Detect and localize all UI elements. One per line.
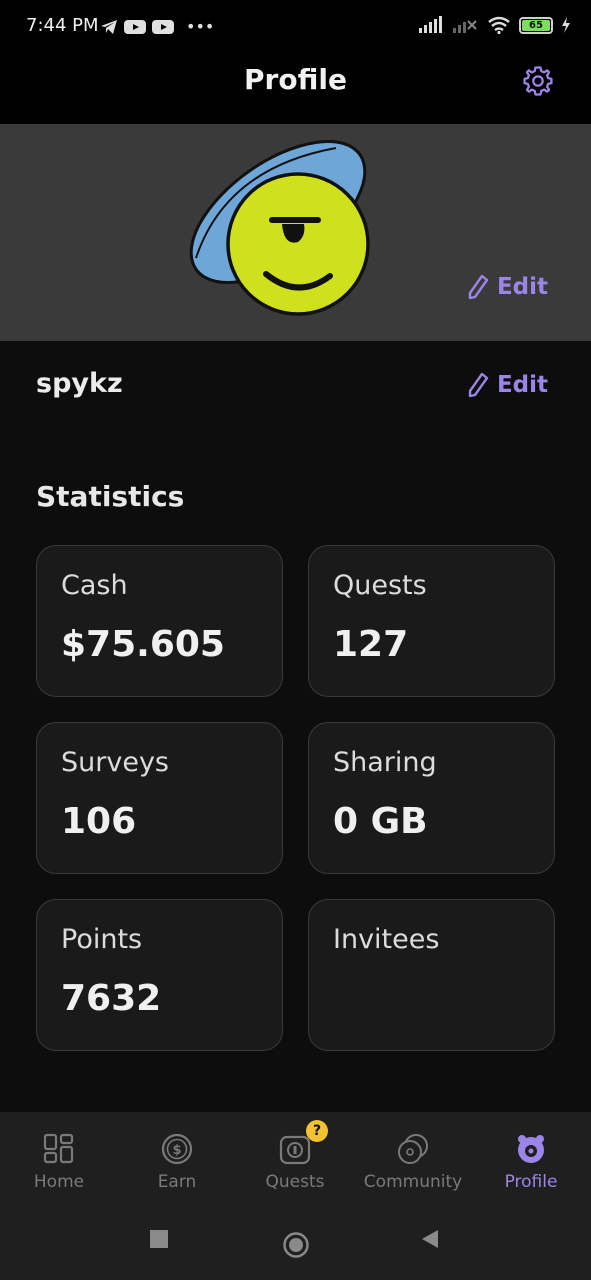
stat-value: 106 [61, 801, 137, 842]
signal-no-service-icon [453, 20, 477, 33]
signal-icon [419, 16, 442, 33]
wifi-icon [488, 16, 510, 34]
nav-label: Community [363, 1172, 463, 1192]
edit-avatar-button[interactable]: Edit [467, 274, 548, 300]
pencil-icon [468, 372, 489, 398]
edit-avatar-label: Edit [496, 274, 548, 300]
stat-label: Cash [61, 570, 128, 601]
settings-button[interactable] [521, 64, 555, 98]
nav-item-quests[interactable]: ? Quests [236, 1112, 354, 1204]
nav-label: Quests [265, 1172, 325, 1192]
edit-username-button[interactable]: Edit [467, 372, 548, 398]
stat-card-points: Points 7632 [36, 899, 283, 1051]
nav-label: Home [33, 1172, 85, 1192]
profile-banner: Edit [0, 124, 591, 341]
system-nav-bar [0, 1204, 591, 1280]
stat-card-quests: Quests 127 [308, 545, 555, 697]
nav-item-earn[interactable]: $ Earn [118, 1112, 236, 1204]
system-icons: 65 [419, 16, 571, 34]
bottom-nav: Home $ Earn ? Quests Community Profile [0, 1112, 591, 1204]
avatar[interactable] [186, 138, 382, 324]
pencil-icon [468, 274, 489, 300]
youtube-icon [124, 19, 146, 34]
nav-label: Earn [157, 1172, 197, 1192]
stat-label: Surveys [61, 747, 169, 778]
nav-item-community[interactable]: Community [354, 1112, 472, 1204]
svg-text:$: $ [172, 1143, 181, 1158]
edit-username-label: Edit [496, 372, 548, 398]
battery-icon: 65 [519, 16, 553, 34]
stat-label: Sharing [333, 747, 437, 778]
username: spykz [36, 368, 123, 399]
stat-value: 7632 [61, 978, 162, 1019]
grid-icon [43, 1133, 74, 1164]
status-time: 7:44 PM [26, 15, 99, 36]
nav-item-home[interactable]: Home [0, 1112, 118, 1204]
stat-value: 0 GB [333, 801, 428, 842]
charging-icon [562, 17, 570, 33]
stat-label: Invitees [333, 924, 440, 955]
status-bar: 7:44 PM ••• 65 [0, 0, 591, 54]
more-notifications-icon: ••• [186, 17, 215, 36]
nav-label: Profile [504, 1172, 558, 1192]
gear-icon [523, 66, 553, 96]
stat-label: Points [61, 924, 143, 955]
battery-level: 65 [522, 19, 550, 31]
telegram-icon [101, 19, 117, 34]
profile-icon [518, 1135, 544, 1163]
stat-value: 127 [333, 624, 409, 665]
stat-card-sharing: Sharing 0 GB [308, 722, 555, 874]
recent-apps-button[interactable] [148, 1228, 170, 1250]
stat-card-surveys: Surveys 106 [36, 722, 283, 874]
nav-item-profile[interactable]: Profile [472, 1112, 590, 1204]
dollar-coin-icon: $ [161, 1133, 193, 1165]
statistics-title: Statistics [36, 480, 185, 513]
notification-icons: ••• [100, 17, 214, 36]
stat-label: Quests [333, 570, 427, 601]
stat-value: $75.605 [61, 624, 225, 665]
back-button[interactable] [418, 1228, 440, 1250]
stat-card-invitees: Invitees [308, 899, 555, 1051]
community-coins-icon [398, 1134, 428, 1164]
page-title: Profile [244, 63, 347, 96]
youtube-icon [152, 19, 174, 34]
stat-card-cash: Cash $75.605 [36, 545, 283, 697]
app-header: Profile [0, 54, 591, 124]
quests-badge: ? [306, 1120, 328, 1142]
home-button[interactable] [282, 1231, 310, 1259]
